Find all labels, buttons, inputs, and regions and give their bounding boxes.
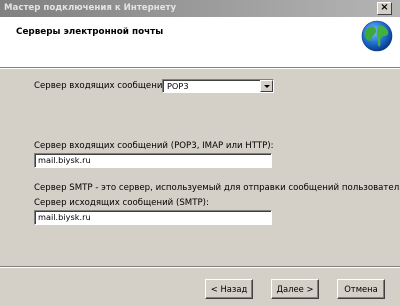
title-bar[interactable]: Мастер подключения к Интернету ×: [0, 0, 400, 17]
close-icon: ×: [380, 2, 389, 13]
incoming-type-select[interactable]: POP3: [162, 79, 274, 93]
outgoing-server-label: Сервер исходящих сообщений (SMTP):: [34, 198, 209, 208]
cancel-button[interactable]: Отмена: [337, 279, 385, 299]
incoming-server-input[interactable]: mail.biysk.ru: [34, 153, 272, 168]
smtp-description: Сервер SMTP - это сервер, используемый д…: [34, 183, 400, 193]
incoming-type-label: Сервер входящих сообщений:: [34, 81, 171, 91]
header-separator: [0, 67, 400, 69]
wizard-header: Серверы электронной почты: [0, 17, 400, 67]
next-arrow: >: [306, 284, 314, 294]
back-label: Назад: [220, 284, 248, 294]
incoming-server-value: mail.biysk.ru: [38, 155, 91, 165]
outgoing-server-value: mail.biysk.ru: [38, 212, 91, 222]
footer-separator: [0, 266, 400, 268]
next-label: Далее: [276, 284, 304, 294]
outgoing-server-input[interactable]: mail.biysk.ru: [34, 210, 272, 225]
incoming-type-value: POP3: [167, 81, 189, 91]
back-arrow: <: [210, 284, 218, 294]
chevron-down-icon[interactable]: [260, 80, 273, 92]
back-button[interactable]: < Назад: [205, 279, 253, 299]
window-title: Мастер подключения к Интернету: [4, 3, 177, 13]
page-title: Серверы электронной почты: [16, 27, 164, 37]
globe-icon: [361, 20, 393, 52]
incoming-server-label: Сервер входящих сообщений (POP3, IMAP ил…: [34, 141, 274, 151]
cancel-label: Отмена: [344, 284, 378, 294]
wizard-window: Мастер подключения к Интернету × Серверы…: [0, 0, 400, 306]
next-button[interactable]: Далее >: [271, 279, 319, 299]
close-button[interactable]: ×: [377, 2, 392, 15]
